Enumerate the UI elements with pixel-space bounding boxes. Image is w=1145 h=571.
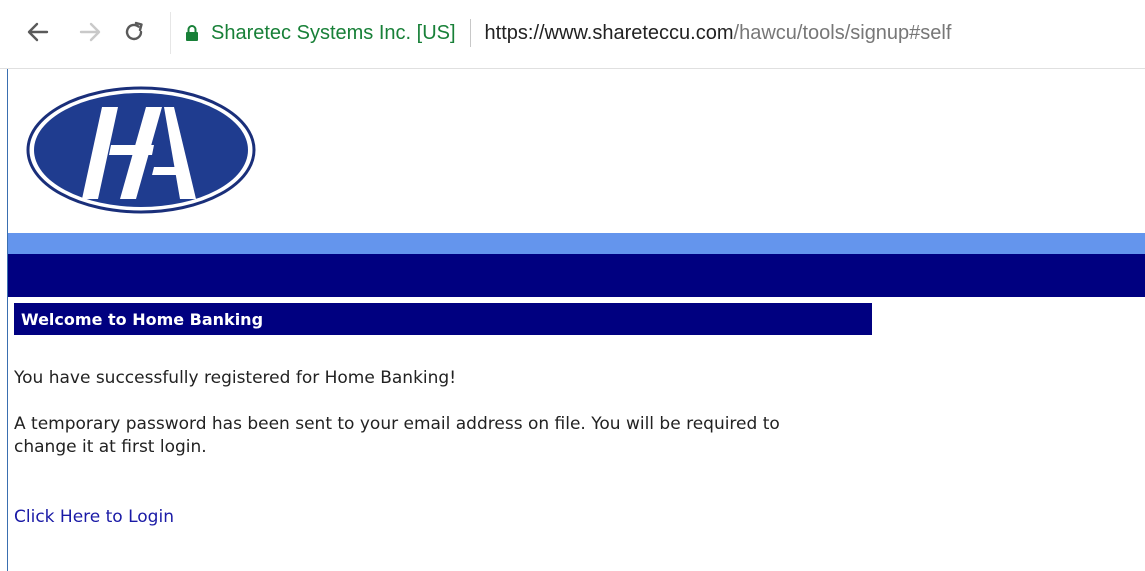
url-path: /hawcu/tools/signup#self [733, 21, 952, 44]
welcome-title: Welcome to Home Banking [21, 309, 264, 329]
login-link[interactable]: Click Here to Login [14, 507, 174, 527]
reload-button[interactable] [120, 14, 148, 50]
back-button[interactable] [24, 14, 52, 50]
reload-icon [125, 21, 143, 41]
welcome-header: Welcome to Home Banking [14, 303, 872, 335]
header-band-light [8, 233, 1145, 254]
ha-oval-logo [26, 85, 256, 215]
arrow-right-icon [79, 22, 101, 42]
url-text[interactable]: https://www.shareteccu.com/hawcu/tools/s… [485, 22, 952, 45]
header-band-dark [8, 254, 1145, 297]
arrow-left-icon [27, 22, 49, 42]
browser-toolbar: Sharetec Systems Inc. [US] https://www.s… [0, 0, 1145, 69]
page-content: Welcome to Home Banking You have success… [0, 69, 1145, 571]
omnibox-divider [469, 19, 471, 47]
site-identity: Sharetec Systems Inc. [US] [211, 21, 456, 44]
address-bar[interactable]: Sharetec Systems Inc. [US] https://www.s… [170, 12, 1145, 54]
url-host: https://www.shareteccu.com [484, 21, 734, 44]
success-message: You have successfully registered for Hom… [14, 368, 457, 388]
forward-button[interactable] [76, 14, 104, 50]
page-left-rule [7, 69, 8, 571]
temp-password-message: A temporary password has been sent to yo… [14, 414, 780, 457]
lock-icon [185, 24, 199, 42]
